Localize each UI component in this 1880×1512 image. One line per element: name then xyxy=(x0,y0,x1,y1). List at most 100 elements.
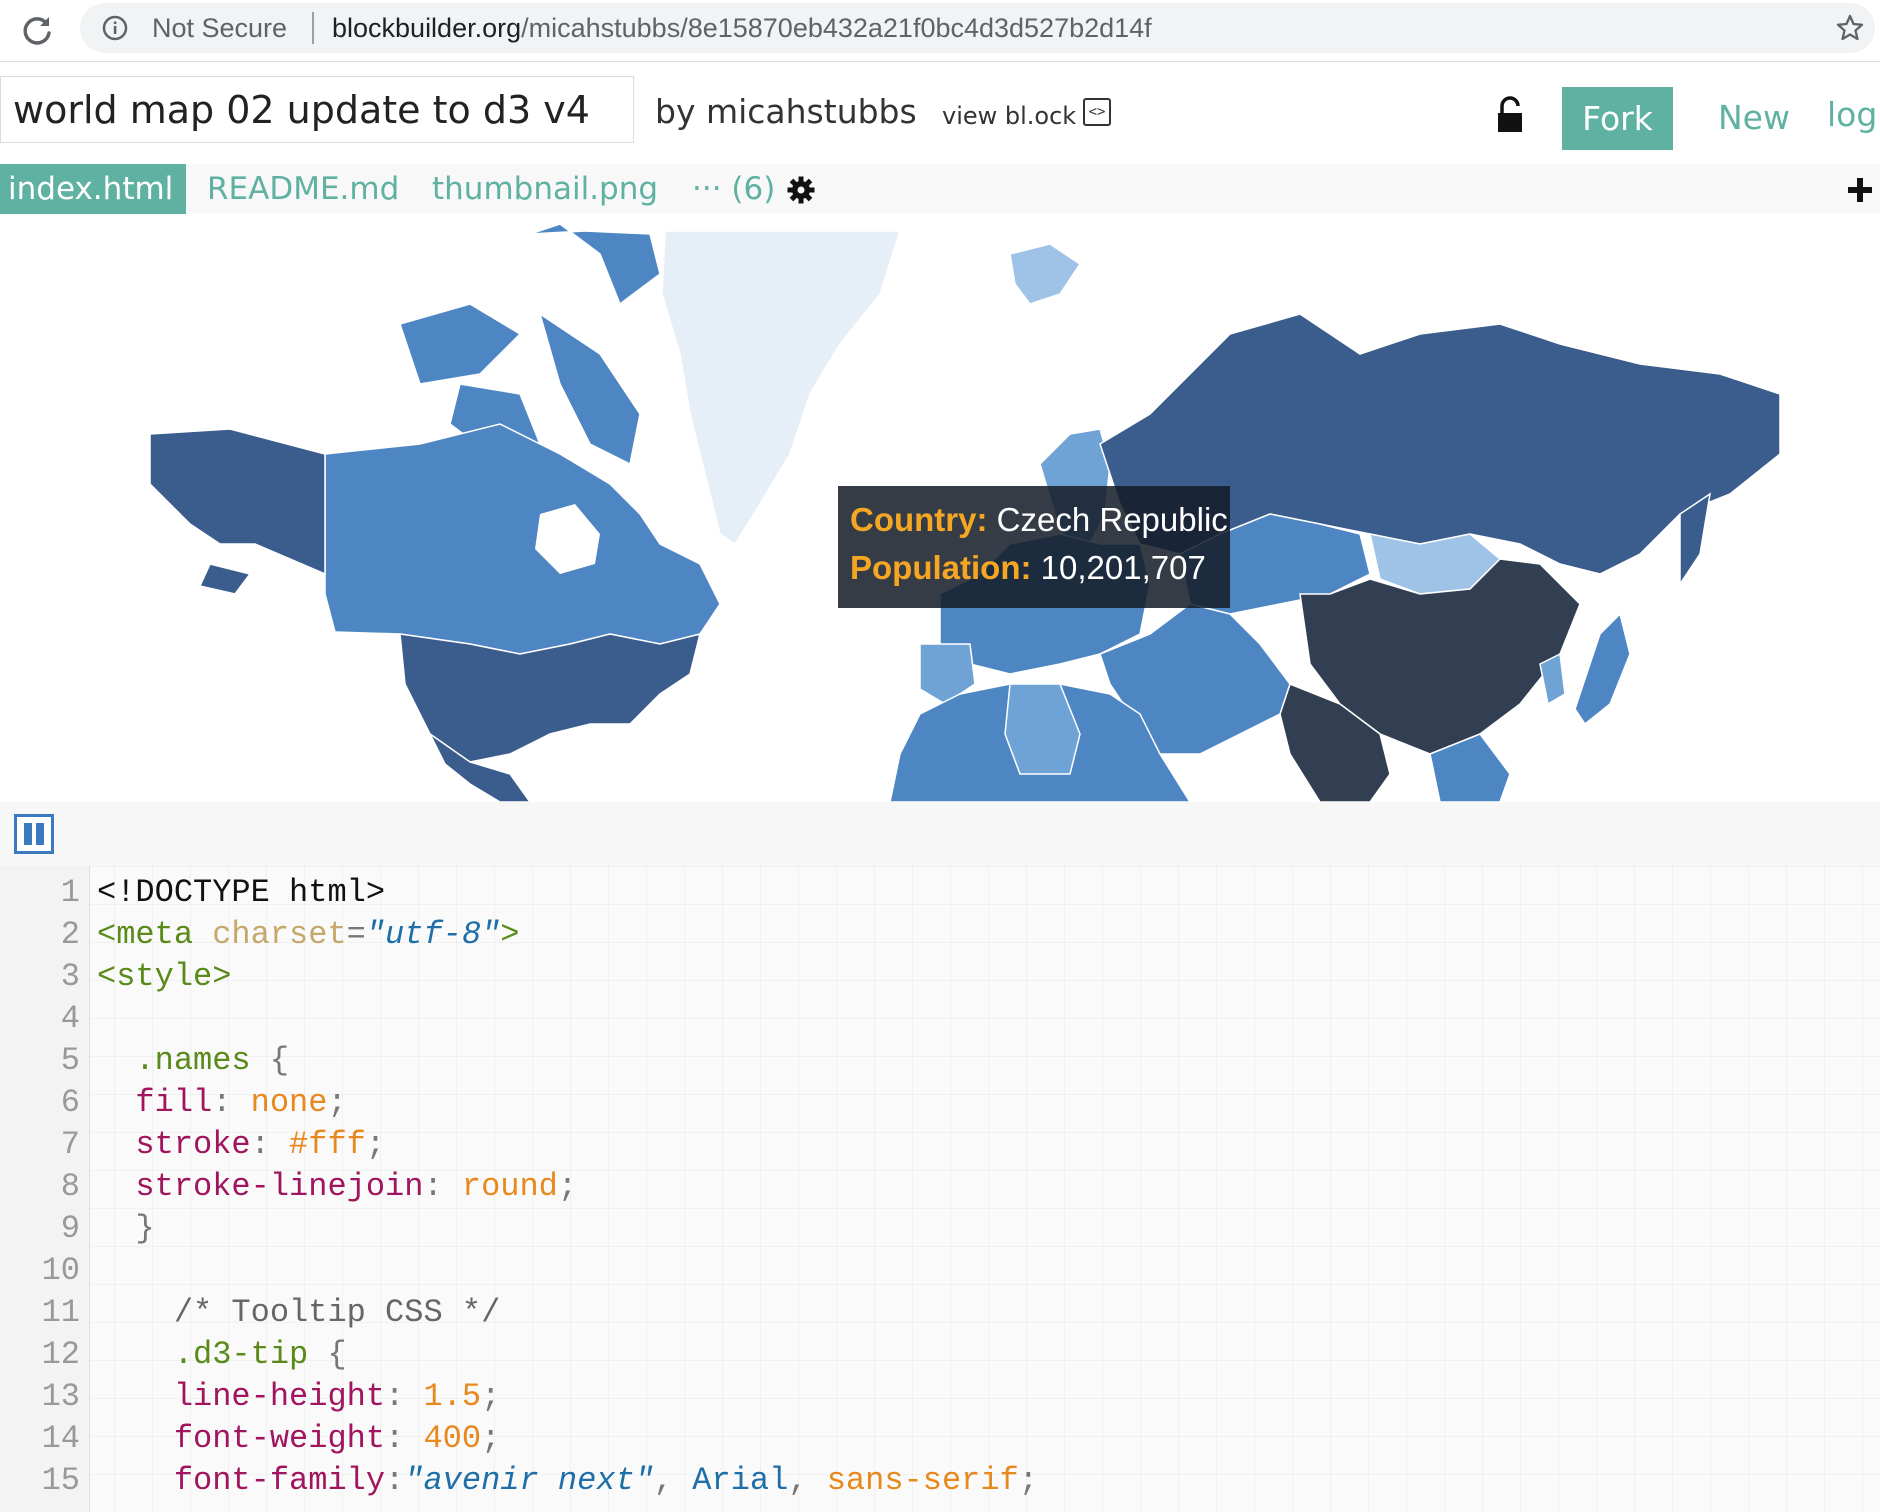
code-line[interactable]: 13 line-height: 1.5; xyxy=(0,1376,1880,1418)
bookmark-star-icon[interactable] xyxy=(1835,13,1865,43)
reload-icon[interactable] xyxy=(14,8,60,54)
code-line[interactable]: 10 xyxy=(0,1250,1880,1292)
code-line[interactable]: 9 } xyxy=(0,1208,1880,1250)
tooltip-population-row: Population: 10,201,707 xyxy=(850,544,1218,592)
code-line[interactable]: 4 xyxy=(0,998,1880,1040)
line-code[interactable]: line-height: 1.5; xyxy=(97,1376,500,1418)
url-text[interactable]: blockbuilder.org/micahstubbs/8e15870eb43… xyxy=(332,13,1152,44)
code-token: ; xyxy=(365,1126,386,1163)
code-token: , xyxy=(788,1462,827,1499)
country-alaska[interactable] xyxy=(149,428,326,595)
code-token: : xyxy=(385,1378,424,1415)
tab-thumbnail-png[interactable]: thumbnail.png xyxy=(432,164,658,214)
code-line[interactable]: 2 <meta charset="utf-8"> xyxy=(0,914,1880,956)
country-canada[interactable] xyxy=(324,423,721,655)
code-token: charset xyxy=(212,916,347,953)
line-number: 13 xyxy=(41,1378,80,1415)
line-code[interactable]: /* Tooltip CSS */ xyxy=(97,1292,500,1334)
url-path: /micahstubbs/8e15870eb432a21f0bc4d3d527b… xyxy=(521,13,1152,43)
code-token: ; xyxy=(481,1420,501,1457)
code-line[interactable]: 5 .names { xyxy=(0,1040,1880,1082)
code-token: : xyxy=(423,1168,462,1205)
code-line[interactable]: 1 <!DOCTYPE html> xyxy=(0,872,1880,914)
map-preview[interactable]: Country: Czech Republic Population: 10,2… xyxy=(0,214,1880,802)
code-token: stroke-linejoin xyxy=(135,1168,424,1205)
line-code[interactable]: font-family:"avenir next", Arial, sans-s… xyxy=(97,1460,1038,1502)
code-token: "utf-8" xyxy=(365,916,501,953)
gear-icon[interactable] xyxy=(786,175,816,205)
line-code[interactable]: font-weight: 400; xyxy=(97,1418,500,1460)
code-token: line-height xyxy=(173,1378,386,1415)
new-block-link[interactable]: New xyxy=(1718,98,1790,137)
code-line[interactable]: 3 <style> xyxy=(0,956,1880,998)
block-title-input[interactable]: world map 02 update to d3 v4 xyxy=(0,76,634,143)
line-number: 1 xyxy=(60,874,80,911)
line-code[interactable]: stroke: #fff; xyxy=(97,1124,385,1166)
line-code[interactable]: fill: none; xyxy=(97,1082,346,1124)
code-token: sans-serif xyxy=(826,1462,1019,1499)
code-token: : xyxy=(385,1462,405,1499)
country-japan[interactable] xyxy=(1574,612,1631,726)
line-code[interactable]: <style> xyxy=(97,956,231,998)
code-editor: 1 <!DOCTYPE html> 2 <meta charset="utf-8"> 3… xyxy=(0,802,1880,1512)
line-code[interactable]: stroke-linejoin: round; xyxy=(97,1166,577,1208)
code-line[interactable]: 14 font-weight: 400; xyxy=(0,1418,1880,1460)
line-number: 2 xyxy=(60,916,80,953)
fork-button[interactable]: Fork xyxy=(1562,87,1673,150)
code-token: font-family xyxy=(173,1462,386,1499)
line-code[interactable]: .names { xyxy=(97,1040,289,1082)
code-token: Arial xyxy=(692,1462,789,1499)
address-bar[interactable]: Not Secure blockbuilder.org/micahstubbs/… xyxy=(80,3,1875,53)
unlock-icon[interactable] xyxy=(1494,96,1526,134)
add-file-plus-icon[interactable] xyxy=(1846,176,1874,204)
line-number: 12 xyxy=(41,1336,80,1373)
pause-button[interactable] xyxy=(14,814,54,854)
code-line[interactable]: 8 stroke-linejoin: round; xyxy=(0,1166,1880,1208)
country-canada-islands[interactable] xyxy=(399,223,661,466)
line-number: 14 xyxy=(41,1420,80,1457)
code-area[interactable]: 1 <!DOCTYPE html> 2 <meta charset="utf-8"> 3… xyxy=(0,866,1880,1512)
line-code[interactable]: .d3-tip { xyxy=(97,1334,347,1376)
url-divider xyxy=(312,12,314,44)
code-token: <!DOCTYPE html> xyxy=(97,874,386,911)
line-number: 8 xyxy=(60,1168,80,1205)
code-line[interactable]: 7 stroke: #fff; xyxy=(0,1124,1880,1166)
view-block-link[interactable]: view bl.ock xyxy=(942,102,1076,130)
code-token: } xyxy=(135,1210,155,1247)
code-token: stroke xyxy=(135,1126,251,1163)
code-token: : xyxy=(212,1084,251,1121)
code-token: = xyxy=(346,916,366,953)
code-token: <style> xyxy=(97,958,232,995)
tab-readme-md[interactable]: README.md xyxy=(207,164,399,214)
external-embed-icon[interactable]: <> xyxy=(1083,98,1111,126)
code-line[interactable]: 11 /* Tooltip CSS */ xyxy=(0,1292,1880,1334)
code-line[interactable]: 12 .d3-tip { xyxy=(0,1334,1880,1376)
line-number: 6 xyxy=(60,1084,80,1121)
info-icon[interactable] xyxy=(102,15,128,41)
code-token: 1.5 xyxy=(423,1378,482,1415)
code-token: > xyxy=(500,916,520,953)
line-code[interactable]: } xyxy=(97,1208,155,1250)
tab-index-html[interactable]: index.html xyxy=(0,164,186,214)
line-number: 15 xyxy=(41,1462,80,1499)
line-number: 7 xyxy=(60,1126,80,1163)
line-number: 5 xyxy=(60,1042,80,1079)
tooltip-country-row: Country: Czech Republic xyxy=(850,496,1228,544)
tooltip-population-key: Population: xyxy=(850,549,1032,586)
line-number: 3 xyxy=(60,958,80,995)
line-code[interactable]: <!DOCTYPE html> xyxy=(97,872,385,914)
line-code[interactable]: <meta charset="utf-8"> xyxy=(97,914,519,956)
country-usa[interactable] xyxy=(399,632,702,763)
tab-more-files[interactable]: ··· (6) xyxy=(692,164,775,214)
code-token: .d3-tip xyxy=(173,1336,309,1373)
login-link[interactable]: logi xyxy=(1827,95,1880,134)
line-number: 10 xyxy=(41,1252,80,1289)
code-line[interactable]: 6 fill: none; xyxy=(0,1082,1880,1124)
code-line[interactable]: 15 font-family:"avenir next", Arial, san… xyxy=(0,1460,1880,1502)
code-token: #fff xyxy=(289,1126,366,1163)
